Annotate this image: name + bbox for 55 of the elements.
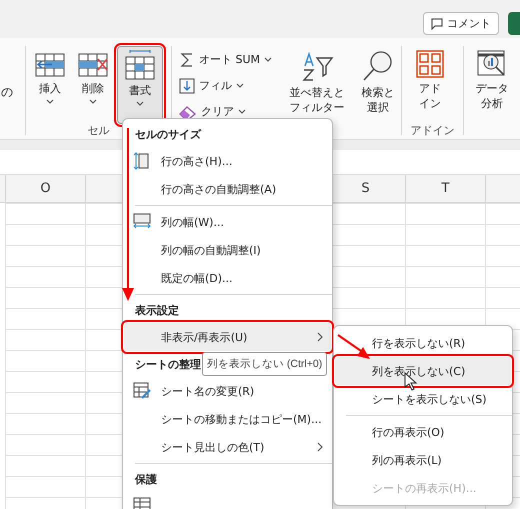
- search-icon: [362, 50, 394, 82]
- row-height-icon: [133, 152, 149, 170]
- menu-heading: 保護: [135, 472, 157, 486]
- chevron-down-icon: [136, 101, 144, 106]
- table-pencil-icon: [133, 382, 151, 400]
- share-button[interactable]: [508, 12, 520, 35]
- chevron-down-icon: [238, 109, 246, 114]
- comment-button[interactable]: コメント: [423, 12, 499, 35]
- tooltip: 列を表示しない (Ctrl+0): [202, 352, 328, 376]
- menu-item[interactable]: 行の再表示(O): [335, 418, 511, 446]
- menu-item[interactable]: 列の幅(W)...: [124, 208, 331, 236]
- fill-button[interactable]: フィル: [177, 74, 281, 97]
- menu-item[interactable]: シート名の変更(R): [124, 377, 331, 405]
- column-header[interactable]: T: [405, 175, 485, 202]
- group-label: アドイン: [410, 124, 454, 138]
- chevron-right-icon: [317, 442, 323, 452]
- table-icon: [133, 497, 151, 509]
- menu-item[interactable]: シートの移動またはコピー(M)...: [124, 405, 331, 433]
- fill-down-icon: [179, 78, 195, 94]
- arrow: [337, 334, 370, 359]
- chevron-down-icon: [46, 99, 54, 104]
- menu-heading: シートの整理: [135, 356, 201, 372]
- chevron-down-icon: [264, 57, 272, 62]
- column-width-icon: [133, 213, 151, 229]
- menu-item[interactable]: 列を表示しない(C): [335, 357, 511, 385]
- menu-item[interactable]: 非表示/再表示(U): [124, 323, 331, 351]
- chevron-down-icon: [89, 99, 97, 104]
- menu-heading: 表示設定: [135, 302, 179, 318]
- speech-bubble-icon: [431, 18, 443, 30]
- format-button[interactable]: 書式: [117, 46, 163, 124]
- chevron-right-icon: [317, 332, 323, 342]
- menu-item[interactable]: シート見出しの色(T): [124, 433, 331, 461]
- sigma-icon: [179, 52, 195, 68]
- delete-button[interactable]: 削除: [74, 46, 112, 124]
- autosum-button[interactable]: オート SUM: [177, 48, 281, 71]
- chevron-down-icon: [236, 83, 244, 88]
- data-analysis-button[interactable]: データ 分析: [469, 46, 515, 124]
- button-label: の: [1, 84, 13, 101]
- insert-button[interactable]: 挿入: [31, 46, 69, 124]
- menu-heading: セルのサイズ: [135, 126, 201, 142]
- sort-filter-icon: [300, 50, 334, 82]
- menu-item[interactable]: 行の高さ(H)...: [124, 147, 331, 175]
- column-header[interactable]: O: [5, 175, 85, 202]
- add-ins-button[interactable]: アド イン: [407, 46, 453, 124]
- menu-item[interactable]: 列の幅の自動調整(I): [124, 236, 331, 264]
- find-button[interactable]: 検索と 選択: [353, 46, 403, 124]
- format-cells-icon: [124, 50, 156, 80]
- grid-squares-icon: [416, 50, 444, 78]
- menu-item[interactable]: 列の再表示(L): [335, 446, 511, 474]
- chart-magnifier-icon: [477, 50, 507, 78]
- sort-button[interactable]: 並べ替えと フィルター: [286, 46, 348, 124]
- menu-item[interactable]: シートを表示しない(S): [335, 385, 511, 413]
- menu-item[interactable]: 行を表示しない(R): [335, 329, 511, 357]
- group-label: セル: [88, 124, 110, 138]
- menu-item[interactable]: 既定の幅(D)...: [124, 264, 331, 292]
